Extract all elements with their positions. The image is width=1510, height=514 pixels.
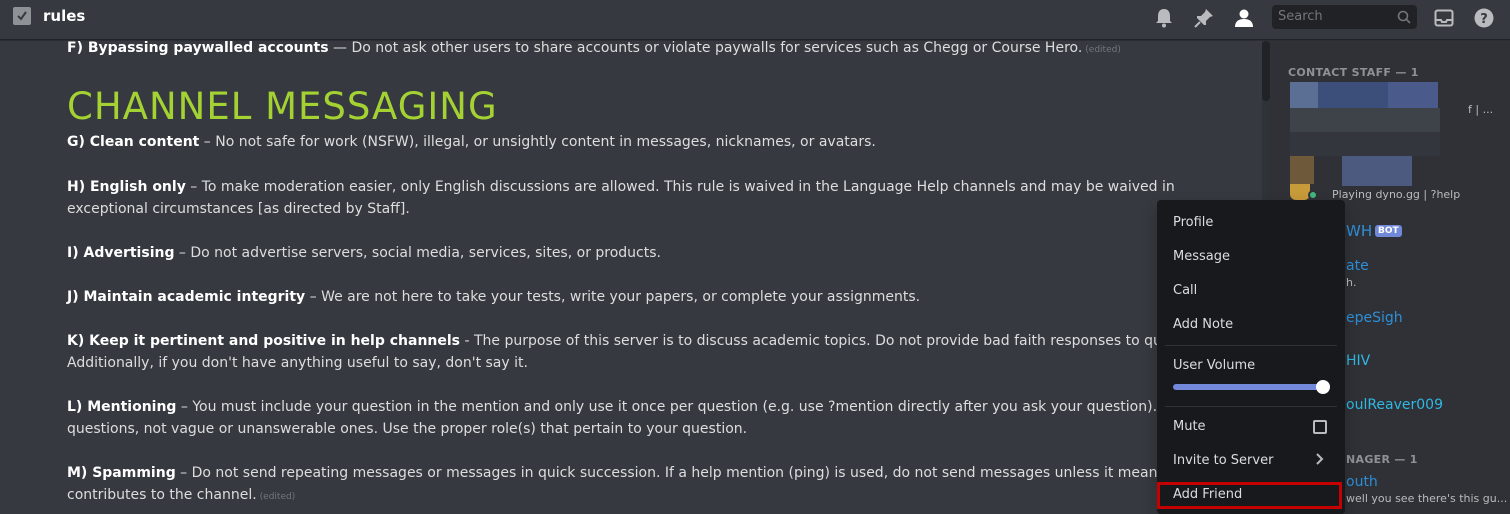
member-name-soulreaver[interactable]: oulReaver009 — [1346, 397, 1443, 413]
rule-k: K) Keep it pertinent and positive in hel… — [67, 333, 1262, 349]
menu-item-call[interactable]: Call — [1157, 276, 1345, 306]
pin-icon[interactable] — [1193, 7, 1215, 28]
member-name-wh[interactable]: WH — [1346, 222, 1372, 240]
member-name-pesigh[interactable]: epeSigh — [1346, 310, 1403, 326]
rule-f: F) Bypassing paywalled accounts — Do not… — [67, 41, 1121, 56]
menu-item-label: Message — [1173, 249, 1230, 264]
menu-item-label: Add Note — [1173, 317, 1234, 332]
pixelated-avatar — [1290, 82, 1318, 108]
chevron-right-icon — [1315, 453, 1325, 469]
menu-separator — [1165, 406, 1337, 407]
rule-j: J) Maintain academic integrity – We are … — [67, 289, 921, 305]
online-status-icon — [1308, 190, 1318, 200]
rule-m-line2: contributes to the channel. (edited) — [67, 487, 296, 503]
rule-g: G) Clean content – No not safe for work … — [67, 134, 876, 150]
group-header-manager: NAGER — 1 — [1346, 453, 1418, 466]
svg-text:?: ? — [1480, 12, 1488, 27]
search-placeholder: Search — [1278, 9, 1323, 24]
pixelated-name — [1342, 156, 1412, 186]
rule-l-line2: questions, not vague or unanswerable one… — [67, 421, 748, 437]
inbox-icon[interactable] — [1433, 7, 1455, 27]
user-volume-slider[interactable] — [1173, 384, 1323, 390]
rule-k-line2: Additionally, if you don't have anything… — [67, 355, 528, 371]
add-friend-highlight-box — [1157, 482, 1342, 509]
members-icon[interactable] — [1233, 7, 1255, 27]
rules-message-area: F) Bypassing paywalled accounts — Do not… — [0, 41, 1262, 514]
rule-h: H) English only – To make moderation eas… — [67, 179, 1175, 217]
channel-name: rules — [43, 7, 86, 25]
search-input[interactable]: Search — [1272, 5, 1417, 29]
menu-item-user-volume: User Volume — [1157, 351, 1345, 381]
member-status-ate: h. — [1346, 276, 1357, 289]
help-icon[interactable]: ? — [1473, 7, 1495, 28]
member-status-partial: f | ... — [1468, 103, 1494, 116]
pixelated-avatar — [1290, 156, 1314, 184]
channel-rules-icon — [13, 7, 31, 25]
member-status-outh: well you see there's this gu... — [1346, 492, 1508, 505]
group-header-contact-staff: CONTACT STAFF — 1 — [1288, 66, 1419, 79]
menu-item-label: Profile — [1173, 215, 1214, 230]
pixelated-name — [1318, 82, 1388, 108]
avatar[interactable] — [1290, 184, 1310, 200]
pixelated-block — [1290, 132, 1440, 156]
mute-checkbox[interactable] — [1313, 420, 1327, 434]
menu-item-label: Mute — [1173, 419, 1206, 434]
menu-separator — [1165, 345, 1337, 346]
rule-l: L) Mentioning – You must include your qu… — [67, 399, 1242, 415]
member-name-hiv[interactable]: HIV — [1346, 353, 1370, 369]
member-name-ate[interactable]: ate — [1346, 258, 1369, 274]
member-activity: Playing dyno.gg | ?help — [1332, 188, 1461, 201]
section-heading: CHANNEL MESSAGING — [67, 85, 498, 128]
pixelated-name — [1388, 82, 1438, 108]
user-volume-slider-handle[interactable] — [1316, 380, 1330, 394]
menu-item-label: Call — [1173, 283, 1198, 298]
menu-item-label: User Volume — [1173, 358, 1256, 373]
menu-item-label: Invite to Server — [1173, 453, 1274, 468]
menu-item-message[interactable]: Message — [1157, 242, 1345, 272]
rule-i: I) Advertising – Do not advertise server… — [67, 245, 661, 261]
menu-item-add-note[interactable]: Add Note — [1157, 310, 1345, 340]
member-name-outh[interactable]: outh — [1346, 474, 1378, 490]
menu-item-profile[interactable]: Profile — [1157, 208, 1345, 238]
search-icon — [1397, 10, 1411, 24]
pixelated-block — [1290, 108, 1440, 132]
rule-m: M) Spamming – Do not send repeating mess… — [67, 465, 1209, 481]
bot-tag: BOT — [1375, 225, 1402, 237]
scrollbar-thumb[interactable] — [1262, 41, 1270, 101]
bell-icon[interactable] — [1153, 7, 1175, 28]
channel-header: rules Search ? — [0, 0, 1510, 40]
user-context-menu: Profile Message Call Add Note User Volum… — [1157, 200, 1345, 514]
